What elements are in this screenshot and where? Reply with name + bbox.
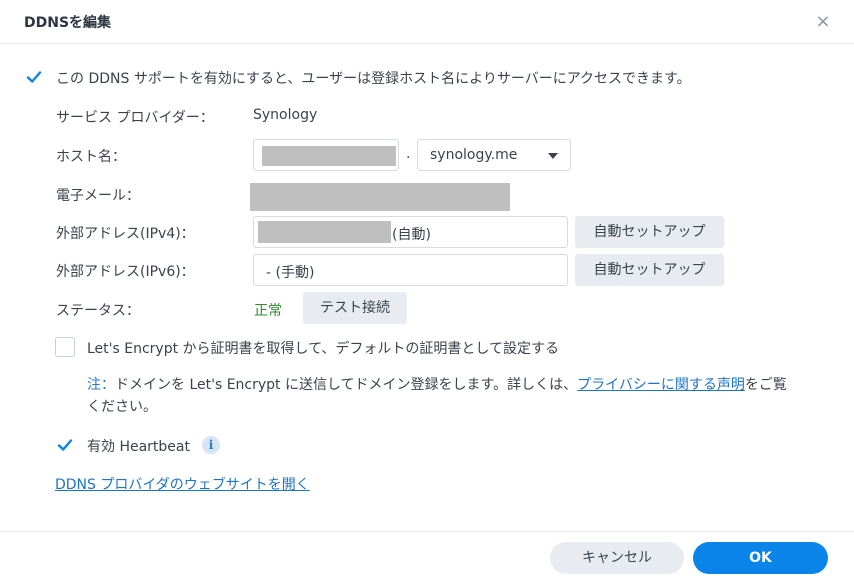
ok-button[interactable]: OK [693, 542, 828, 574]
ipv4-label: 外部アドレス(IPv4)： [56, 226, 195, 242]
dialog-titlebar: DDNSを編集 × [0, 0, 854, 44]
close-icon[interactable]: × [813, 12, 833, 32]
ipv4-input[interactable]: (自動) [253, 216, 568, 248]
note-text-line2: ください。 [87, 399, 157, 415]
heartbeat-checkbox[interactable] [55, 435, 75, 455]
heartbeat-label: 有効 Heartbeat [87, 439, 190, 455]
ipv6-auto-setup-button[interactable]: 自動セットアップ [575, 254, 724, 286]
hostname-separator: . [406, 146, 411, 162]
privacy-statement-link[interactable]: プライバシーに関する声明 [577, 377, 745, 393]
note-text-tail: をご覧 [744, 377, 787, 393]
enable-ddns-checkbox[interactable] [24, 67, 44, 87]
status-label: ステータス： [56, 303, 140, 319]
test-connection-button[interactable]: テスト接続 [303, 292, 407, 324]
email-label: 電子メール： [56, 188, 140, 204]
dialog-title: DDNSを編集 [24, 15, 112, 31]
redacted-hostname [262, 146, 396, 166]
letsencrypt-label: Let's Encrypt から証明書を取得して、デフォルトの証明書として設定す… [87, 341, 559, 357]
ipv4-auto-setup-button[interactable]: 自動セットアップ [575, 216, 724, 248]
note-prefix: 注： [87, 377, 115, 393]
ipv6-input[interactable]: - (手動) [253, 254, 568, 286]
hostname-input[interactable] [253, 139, 399, 171]
cancel-button[interactable]: キャンセル [550, 542, 684, 574]
provider-website-link[interactable]: DDNS プロバイダのウェブサイトを開く [55, 474, 310, 494]
note-text: ドメインを Let's Encrypt に送信してドメイン登録をします。詳しくは… [115, 377, 578, 393]
provider-value: Synology [253, 107, 318, 123]
privacy-note: 注：ドメインを Let's Encrypt に送信してドメイン登録をします。詳し… [87, 374, 827, 418]
checkmark-icon [57, 439, 73, 451]
footer-divider [0, 531, 854, 532]
letsencrypt-checkbox[interactable] [55, 337, 75, 357]
enable-ddns-label: この DDNS サポートを有効にすると、ユーザーは登録ホスト名によりサーバーにア… [56, 71, 691, 87]
ipv6-label: 外部アドレス(IPv6)： [56, 264, 195, 280]
domain-select[interactable]: synology.me [417, 139, 571, 171]
redacted-email [250, 183, 510, 211]
ipv4-mode: (自動) [392, 227, 431, 243]
domain-select-value: synology.me [430, 147, 518, 163]
redacted-ipv4 [258, 221, 391, 243]
hostname-label: ホスト名： [56, 149, 126, 165]
checkmark-icon [26, 71, 42, 83]
info-icon[interactable]: i [202, 436, 220, 454]
provider-label: サービス プロバイダー： [56, 110, 214, 126]
ipv6-value: - (手動) [266, 265, 315, 281]
status-badge: 正常 [254, 303, 282, 319]
chevron-down-icon [548, 153, 558, 159]
